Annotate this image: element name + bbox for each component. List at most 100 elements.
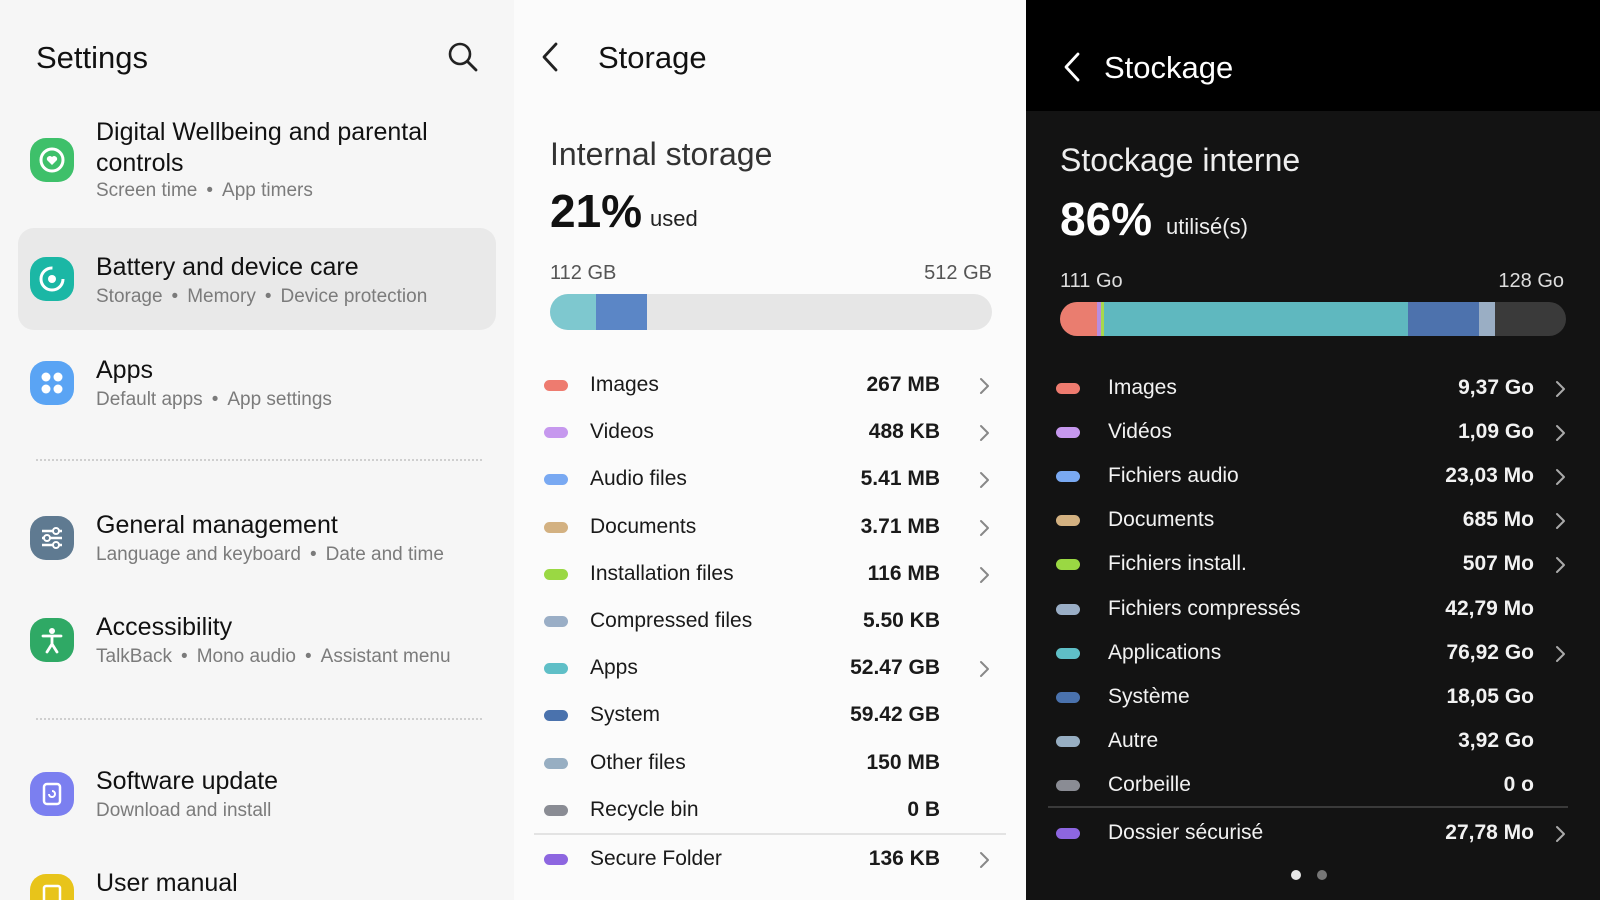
chevron-right-icon bbox=[1555, 824, 1566, 844]
sliders-icon bbox=[30, 516, 74, 560]
storage-category-row[interactable]: Dossier sécurisé 27,78 Mo bbox=[1026, 812, 1600, 856]
category-size: 18,05 Go bbox=[1446, 684, 1534, 708]
category-color-chip bbox=[544, 804, 568, 816]
used-label: utilisé(s) bbox=[1166, 214, 1248, 239]
category-size: 507 Mo bbox=[1462, 552, 1534, 576]
category-label: Fichiers audio bbox=[1108, 464, 1239, 488]
category-label: Corbeille bbox=[1108, 772, 1191, 796]
storage-category-row: Compressed files 5.50 KB bbox=[514, 600, 1026, 644]
storage-panel-fr: Stockage Stockage interne 86% utilisé(s)… bbox=[1026, 0, 1600, 900]
chevron-right-icon bbox=[979, 423, 990, 443]
category-size: 685 Mo bbox=[1462, 508, 1534, 532]
category-color-chip bbox=[1056, 515, 1080, 527]
settings-item-subtitle: Storage • Memory • Device protection bbox=[96, 286, 428, 307]
chevron-right-icon bbox=[1555, 379, 1566, 399]
category-size: 136 KB bbox=[868, 847, 940, 870]
storage-category-row[interactable]: Fichiers audio 23,03 Mo bbox=[1026, 455, 1600, 499]
category-label: Autre bbox=[1108, 728, 1159, 752]
storage-category-row[interactable]: Images 9,37 Go bbox=[1026, 367, 1600, 411]
settings-item-battery[interactable]: Battery and device care Storage • Memory • D… bbox=[18, 228, 496, 330]
category-label: Audio files bbox=[590, 467, 687, 491]
settings-item-subtitle: TalkBack • Mono audio • Assistant menu bbox=[96, 646, 451, 667]
category-size: 76,92 Go bbox=[1446, 640, 1534, 664]
settings-item-user-manual[interactable]: User manual bbox=[18, 858, 496, 900]
storage-usage-bar bbox=[550, 294, 992, 330]
category-color-chip bbox=[544, 474, 568, 486]
storage-category-row[interactable]: Vidéos 1,09 Go bbox=[1026, 411, 1600, 455]
storage-category-row[interactable]: Videos 488 KB bbox=[514, 411, 1026, 455]
category-label: Compressed files bbox=[590, 609, 753, 632]
storage-panel-en: Storage Internal storage 21% used 112 GB… bbox=[514, 0, 1026, 900]
settings-item-title: Accessibility bbox=[96, 613, 233, 641]
settings-item-subtitle: Default apps • App settings bbox=[96, 389, 332, 410]
list-separator bbox=[534, 833, 1006, 835]
storage-category-row[interactable]: Installation files 116 MB bbox=[514, 553, 1026, 597]
storage-bar-segment bbox=[1407, 302, 1479, 336]
settings-item-title: Software update bbox=[96, 767, 279, 795]
category-color-chip bbox=[1056, 828, 1080, 839]
software-update-icon bbox=[30, 772, 74, 816]
storage-category-row[interactable]: Applications 76,92 Go bbox=[1026, 632, 1600, 676]
chevron-right-icon bbox=[1555, 511, 1566, 531]
storage-category-row[interactable]: Fichiers install. 507 Mo bbox=[1026, 543, 1600, 587]
device-care-icon bbox=[30, 257, 74, 301]
category-label: Fichiers compressés bbox=[1108, 596, 1301, 620]
settings-item-title: Apps bbox=[96, 356, 153, 384]
storage-category-row[interactable]: Images 267 MB bbox=[514, 364, 1026, 408]
category-label: Installation files bbox=[590, 561, 734, 585]
page-dot-active bbox=[1291, 870, 1301, 880]
category-size: 488 KB bbox=[868, 420, 940, 444]
used-percent: 21% bbox=[550, 185, 643, 237]
chevron-right-icon bbox=[979, 376, 990, 396]
storage-bar-segment bbox=[550, 294, 597, 330]
back-icon[interactable] bbox=[540, 40, 560, 79]
chevron-right-icon bbox=[979, 850, 990, 870]
storage-bar-segment bbox=[596, 294, 648, 330]
apps-icon bbox=[30, 361, 74, 405]
category-size: 23,03 Mo bbox=[1445, 464, 1534, 488]
settings-panel: Settings Digital Wellbeing and parental … bbox=[0, 0, 514, 900]
category-color-chip bbox=[1056, 779, 1080, 791]
category-label: Images bbox=[590, 373, 659, 396]
storage-bar-segment bbox=[1103, 302, 1408, 336]
chevron-right-icon bbox=[1555, 423, 1566, 443]
storage-category-row[interactable]: Secure Folder 136 KB bbox=[514, 838, 1026, 882]
category-size: 1,09 Go bbox=[1458, 420, 1534, 444]
category-color-chip bbox=[1056, 647, 1080, 659]
category-label: Images bbox=[1108, 376, 1177, 399]
category-color-chip bbox=[1056, 383, 1080, 394]
settings-item-general-management[interactable]: General management Language and keyboard… bbox=[18, 500, 496, 580]
settings-item-software-update[interactable]: Software update Download and install bbox=[18, 756, 496, 836]
category-size: 267 MB bbox=[866, 373, 940, 396]
category-color-chip bbox=[1056, 691, 1080, 703]
storage-category-row[interactable]: Audio files 5.41 MB bbox=[514, 458, 1026, 502]
category-color-chip bbox=[544, 380, 568, 391]
category-label: Secure Folder bbox=[590, 847, 722, 870]
category-color-chip bbox=[544, 710, 568, 722]
settings-item-accessibility[interactable]: Accessibility TalkBack • Mono audio • Assist… bbox=[18, 602, 496, 682]
search-icon[interactable] bbox=[446, 40, 480, 79]
storage-category-row[interactable]: Documents 3.71 MB bbox=[514, 506, 1026, 550]
user-manual-icon bbox=[30, 874, 74, 900]
category-color-chip bbox=[544, 757, 568, 769]
category-size: 5.41 MB bbox=[860, 467, 940, 491]
storage-category-row[interactable]: Documents 685 Mo bbox=[1026, 499, 1600, 543]
category-label: Fichiers install. bbox=[1108, 552, 1247, 576]
settings-item-digital-wellbeing[interactable]: Digital Wellbeing and parental controls … bbox=[18, 112, 496, 212]
chevron-right-icon bbox=[979, 470, 990, 490]
storage-category-row: System 59.42 GB bbox=[514, 694, 1026, 738]
storage-category-row: Système 18,05 Go bbox=[1026, 676, 1600, 720]
back-icon[interactable] bbox=[1062, 50, 1082, 89]
settings-item-apps[interactable]: Apps Default apps • App settings bbox=[18, 345, 496, 425]
page-title: Settings bbox=[36, 40, 149, 75]
category-label: Documents bbox=[1108, 508, 1215, 532]
category-label: Other files bbox=[590, 750, 686, 774]
internal-storage-heading: Stockage interne bbox=[1060, 142, 1301, 178]
storage-category-row[interactable]: Apps 52.47 GB bbox=[514, 647, 1026, 691]
category-color-chip bbox=[544, 854, 568, 865]
chevron-right-icon bbox=[979, 659, 990, 679]
category-label: Apps bbox=[590, 656, 638, 680]
storage-bar-segment bbox=[1060, 302, 1097, 336]
total-capacity: 128 Go bbox=[1498, 270, 1564, 292]
storage-category-row: Other files 150 MB bbox=[514, 742, 1026, 786]
